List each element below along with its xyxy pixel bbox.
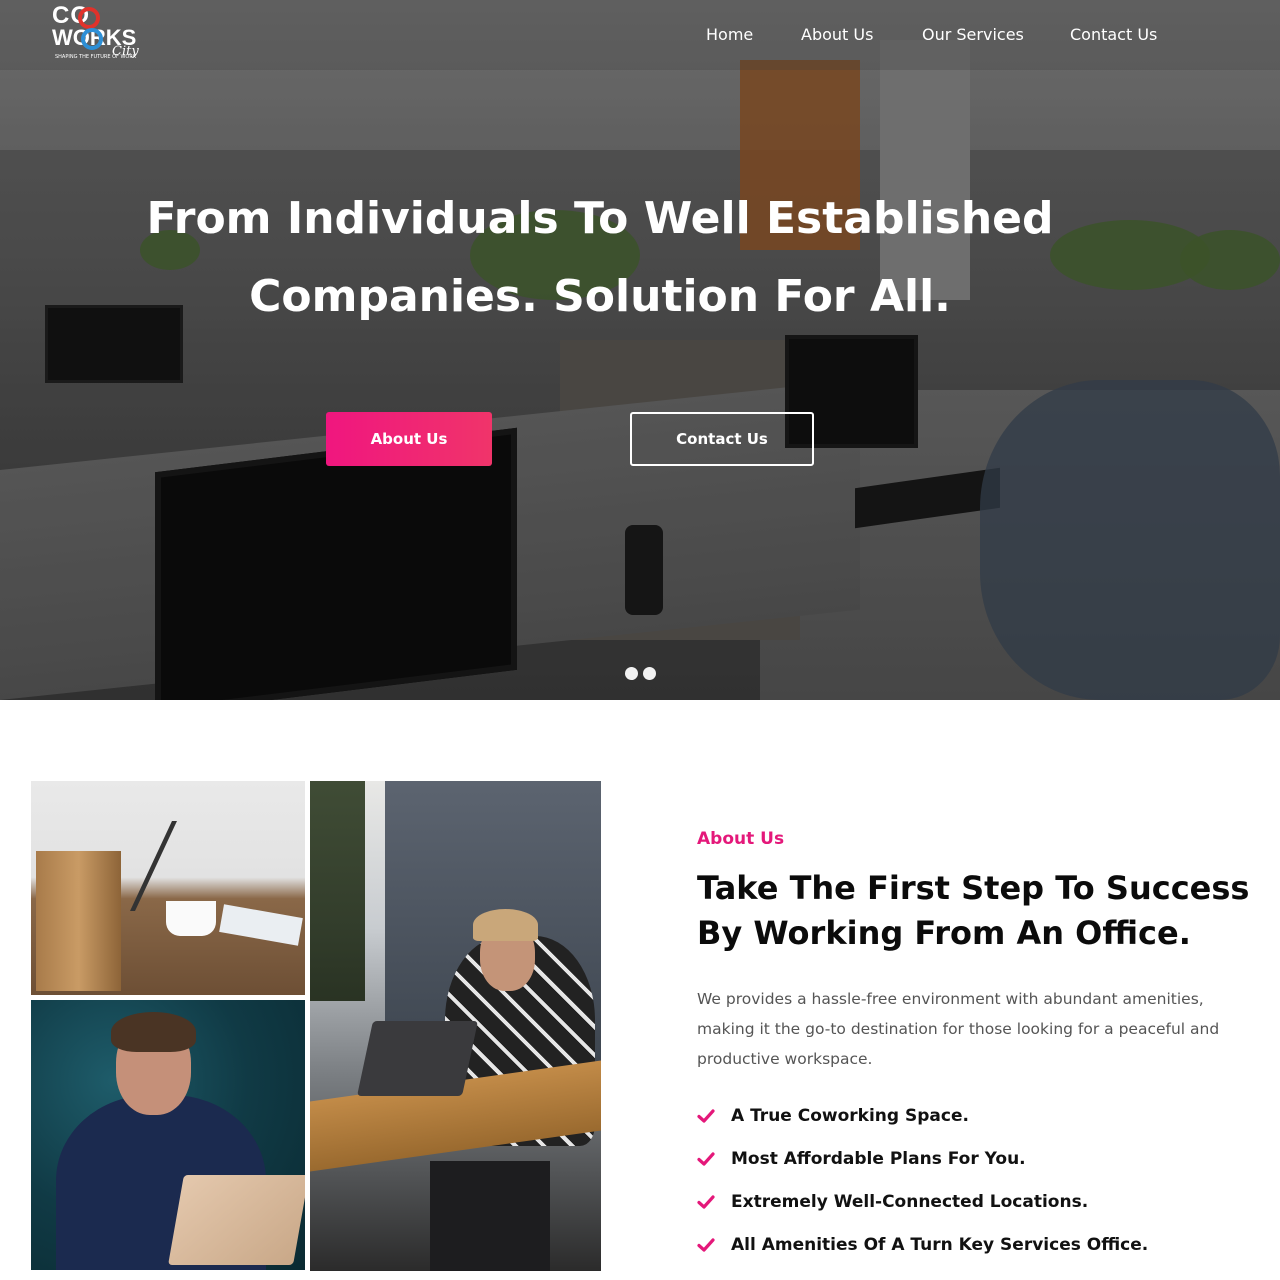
- hero-overlay: [0, 0, 1280, 700]
- hero-title: From Individuals To Well Established Com…: [146, 193, 1054, 322]
- image-laptop: [168, 1175, 305, 1265]
- about-section-label: About Us: [697, 829, 785, 849]
- image-cap: [473, 909, 538, 941]
- check-icon: [697, 1109, 715, 1123]
- nav-about-us[interactable]: About Us: [801, 24, 873, 46]
- hero-about-button[interactable]: About Us: [326, 412, 492, 466]
- image-paper: [219, 904, 303, 946]
- about-image-cafe: [310, 781, 601, 1271]
- hero-section: From Individuals To Well Established Com…: [0, 0, 1280, 700]
- about-image-desk: [31, 781, 305, 995]
- image-plant: [310, 781, 365, 1001]
- nav-our-services[interactable]: Our Services: [922, 24, 1024, 46]
- nav-contact-us[interactable]: Contact Us: [1070, 24, 1157, 46]
- logo-tagline: SHAPING THE FUTURE OF WORK: [55, 54, 137, 60]
- image-legs: [430, 1161, 550, 1271]
- logo-person-icon-blue: [81, 28, 103, 50]
- check-icon: [697, 1195, 715, 1209]
- feature-text: Most Affordable Plans For You.: [731, 1149, 1026, 1169]
- feature-text: Extremely Well-Connected Locations.: [731, 1192, 1089, 1212]
- slider-dot-1[interactable]: [625, 667, 638, 680]
- check-icon: [697, 1152, 715, 1166]
- image-laptop: [357, 1021, 478, 1096]
- image-laptop: [130, 821, 305, 911]
- feature-text: A True Coworking Space.: [731, 1106, 969, 1126]
- image-cup: [166, 901, 216, 936]
- nav-home[interactable]: Home: [706, 24, 753, 46]
- check-icon: [697, 1238, 715, 1252]
- hero-contact-button[interactable]: Contact Us: [630, 412, 814, 466]
- image-hair: [111, 1012, 196, 1052]
- top-navbar: CO WORKS City SHAPING THE FUTURE OF WORK…: [0, 0, 1280, 70]
- slider-dot-2[interactable]: [643, 667, 656, 680]
- feature-text: All Amenities Of A Turn Key Services Off…: [731, 1235, 1149, 1255]
- image-pen-holder: [36, 851, 121, 991]
- site-logo[interactable]: CO WORKS City SHAPING THE FUTURE OF WORK: [52, 4, 152, 64]
- about-section-text: We provides a hassle-free environment wi…: [697, 990, 1220, 1068]
- about-section-title: Take The First Step To Success By Workin…: [697, 869, 1250, 952]
- about-image-man-laptop: [31, 1000, 305, 1270]
